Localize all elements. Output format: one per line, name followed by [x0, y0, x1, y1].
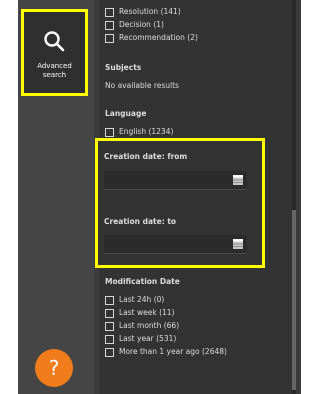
- scrollbar-thumb[interactable]: [292, 210, 296, 390]
- left-rail: Advanced search ?: [18, 0, 94, 394]
- checkbox[interactable]: [105, 7, 114, 17]
- checkbox[interactable]: [105, 321, 114, 331]
- modification-date-heading: Modification Date: [105, 277, 180, 286]
- checkbox[interactable]: [105, 334, 114, 344]
- advanced-search-label: Advanced search: [37, 62, 72, 79]
- filter-last-24h[interactable]: Last 24h (0): [105, 294, 164, 306]
- advanced-search-button[interactable]: Advanced search: [21, 9, 88, 96]
- checkbox[interactable]: [105, 308, 114, 318]
- checkbox-label: English (1234): [119, 127, 174, 136]
- filter-last-week[interactable]: Last week (11): [105, 307, 175, 319]
- checkbox-label: Last month (66): [119, 321, 180, 330]
- checkbox[interactable]: [105, 347, 114, 357]
- checkbox[interactable]: [105, 33, 114, 43]
- checkbox-label: More than 1 year ago (2648): [119, 347, 227, 356]
- subjects-heading: Subjects: [105, 63, 142, 72]
- checkbox-label: Last year (531): [119, 334, 177, 343]
- checkbox-label: Last 24h (0): [119, 295, 165, 304]
- help-icon: ?: [48, 356, 60, 380]
- checkbox[interactable]: [105, 20, 114, 30]
- checkbox-label: Resolution (141): [119, 7, 181, 16]
- calendar-icon[interactable]: [233, 175, 243, 185]
- language-heading: Language: [105, 109, 147, 118]
- filter-decision[interactable]: Decision (1): [105, 19, 164, 31]
- help-button[interactable]: ?: [35, 349, 73, 387]
- creation-date-to-input[interactable]: [104, 235, 247, 254]
- scrollbar[interactable]: [292, 0, 296, 394]
- checkbox-label: Recommendation (2): [119, 33, 198, 42]
- checkbox[interactable]: [105, 127, 114, 137]
- filter-last-year[interactable]: Last year (531): [105, 333, 176, 345]
- checkbox-label: Last week (11): [119, 308, 175, 317]
- filter-recommendation[interactable]: Recommendation (2): [105, 32, 198, 44]
- creation-date-from-label: Creation date: from: [104, 152, 188, 161]
- filter-more-than-1-year[interactable]: More than 1 year ago (2648): [105, 346, 227, 358]
- search-icon: [44, 31, 65, 52]
- filter-last-month[interactable]: Last month (66): [105, 320, 179, 332]
- checkbox[interactable]: [105, 295, 114, 305]
- checkbox-label: Decision (1): [119, 20, 164, 29]
- creation-date-to-label: Creation date: to: [104, 217, 177, 226]
- calendar-icon[interactable]: [233, 239, 243, 249]
- creation-date-from-input[interactable]: [104, 171, 247, 190]
- filter-english[interactable]: English (1234): [105, 126, 173, 138]
- creation-date-group: Creation date: from Creation date: to: [95, 138, 265, 268]
- filter-resolution[interactable]: Resolution (141): [105, 6, 181, 18]
- app-window: Advanced search ? Resolution (141) Decis…: [18, 0, 301, 394]
- subjects-empty-text: No available results: [105, 81, 179, 90]
